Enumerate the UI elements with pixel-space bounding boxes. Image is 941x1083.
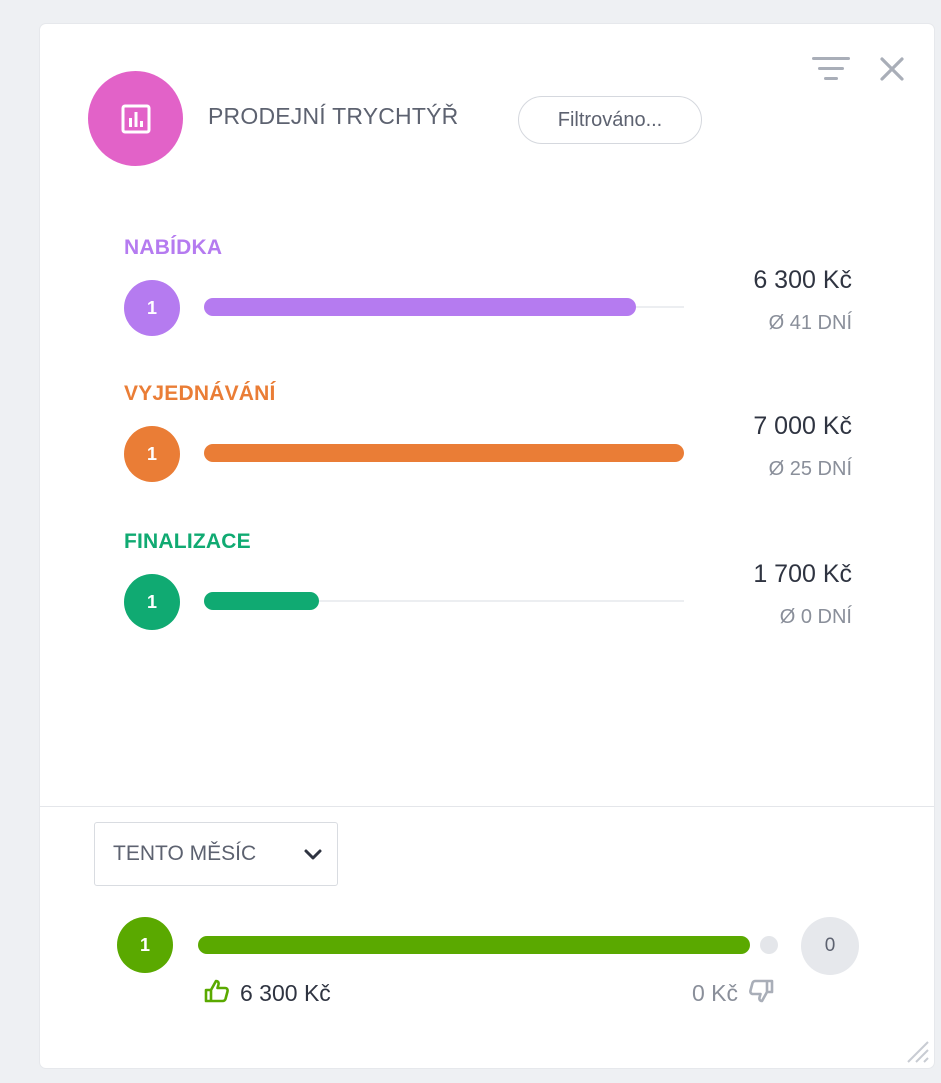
stage-count-badge: 1 <box>124 426 180 482</box>
stage-bar <box>204 444 684 462</box>
lost-deals-count-badge: 0 <box>801 917 859 975</box>
thumbs-up-icon <box>204 979 230 1008</box>
won-progress-bar <box>198 936 750 954</box>
period-select[interactable]: TENTO MĚSÍC <box>94 822 338 886</box>
stage-amount: 1 700 Kč <box>753 560 852 588</box>
won-amount-group: 6 300 Kč <box>204 979 331 1008</box>
resize-handle[interactable] <box>900 1034 930 1064</box>
filter-status-button[interactable]: Filtrováno... <box>518 96 702 144</box>
bar-chart-icon <box>88 71 183 166</box>
stage-amount: 6 300 Kč <box>753 266 852 294</box>
lost-progress-dot <box>760 936 778 954</box>
stage-label: FINALIZACE <box>124 530 251 553</box>
widget-title: PRODEJNÍ TRYCHTÝŘ <box>208 103 459 129</box>
stage-average-days: Ø 25 DNÍ <box>768 458 852 480</box>
funnel-stage-nabidka[interactable]: NABÍDKA 1 6 300 Kč Ø 41 DNÍ <box>40 236 934 376</box>
lost-amount-group: 0 Kč <box>692 979 774 1008</box>
funnel-stage-finalizace[interactable]: FINALIZACE 1 1 700 Kč Ø 0 DNÍ <box>40 530 934 670</box>
close-icon[interactable] <box>878 55 906 83</box>
funnel-stage-vyjednavani[interactable]: VYJEDNÁVÁNÍ 1 7 000 Kč Ø 25 DNÍ <box>40 382 934 522</box>
thumbs-down-icon <box>748 979 774 1008</box>
stage-label: VYJEDNÁVÁNÍ <box>124 382 276 405</box>
stage-label: NABÍDKA <box>124 236 223 259</box>
stage-count-badge: 1 <box>124 280 180 336</box>
stage-average-days: Ø 41 DNÍ <box>768 312 852 334</box>
filter-icon[interactable] <box>812 56 850 82</box>
stage-average-days: Ø 0 DNÍ <box>779 606 852 628</box>
footer-divider <box>40 806 934 807</box>
period-select-label: TENTO MĚSÍC <box>113 842 257 865</box>
won-amount: 6 300 Kč <box>240 980 331 1006</box>
stage-count-badge: 1 <box>124 574 180 630</box>
lost-amount: 0 Kč <box>691 980 738 1006</box>
stage-bar <box>204 298 636 316</box>
chevron-down-icon <box>303 845 323 865</box>
sales-funnel-widget: PRODEJNÍ TRYCHTÝŘ Filtrováno... NABÍDKA … <box>40 24 934 1068</box>
stage-bar <box>204 592 319 610</box>
won-deals-count-badge: 1 <box>117 917 173 973</box>
stage-amount: 7 000 Kč <box>753 412 852 440</box>
